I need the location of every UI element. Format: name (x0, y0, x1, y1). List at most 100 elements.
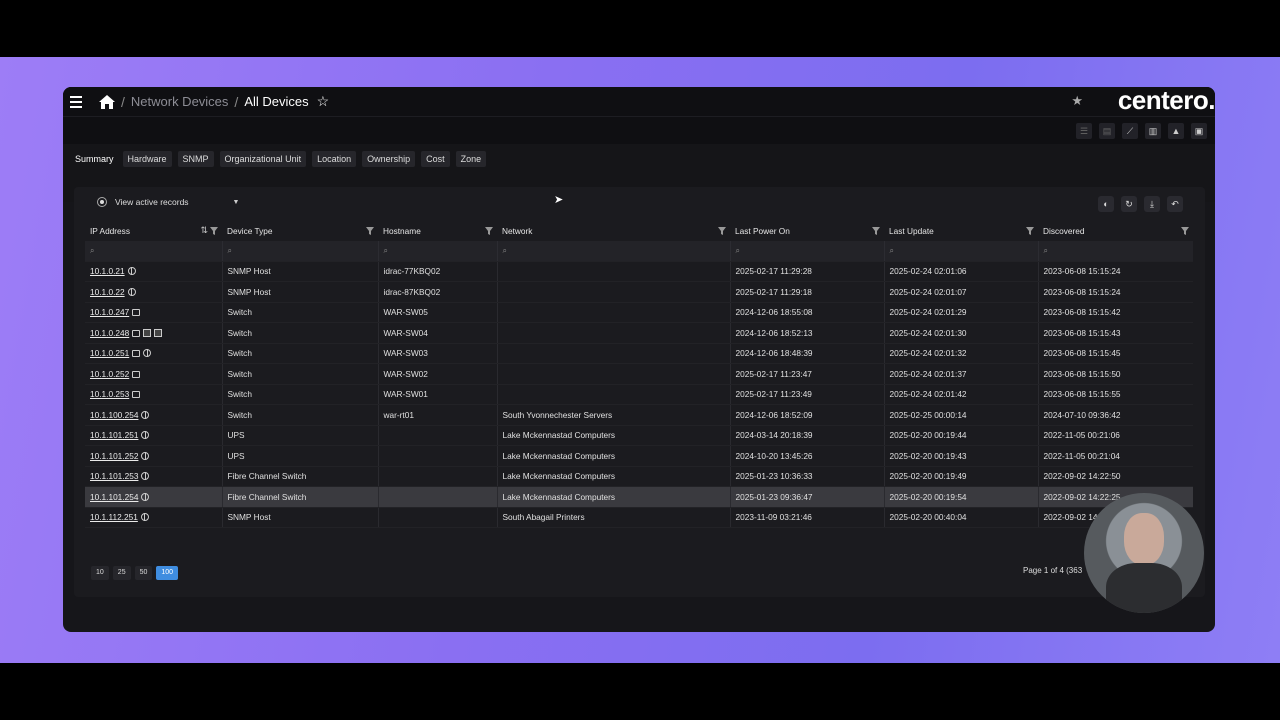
table-row[interactable]: 10.1.0.21 SNMP Host idrac-77KBQ02 2025-02-1… (85, 261, 1193, 282)
toggle-icon[interactable]: ◐ (1098, 196, 1114, 212)
ip-link[interactable]: 10.1.101.251 (90, 430, 138, 440)
table-row[interactable]: 10.1.0.247 Switch WAR-SW05 2024-12-06 18:55… (85, 302, 1193, 323)
ip-link[interactable]: 10.1.0.251 (90, 348, 129, 358)
table-row[interactable]: 10.1.101.254 Fibre Channel Switch Lake Mck… (85, 486, 1193, 508)
ip-link[interactable]: 10.1.100.254 (90, 410, 138, 420)
filter-icon[interactable] (366, 227, 374, 235)
column-header[interactable]: IP Address ⇅ (85, 221, 222, 241)
view-records-selector[interactable]: View active records ▼ (97, 197, 239, 207)
tab-cost[interactable]: Cost (421, 151, 450, 167)
cell-last-update: 2025-02-24 02:01:06 (884, 261, 1039, 282)
column-filter-input[interactable]: ⌕ (378, 241, 498, 262)
card-view-icon[interactable]: ▤ (1099, 123, 1115, 139)
cell-device-type: Fibre Channel Switch (222, 466, 379, 487)
undo-icon[interactable]: ↶ (1167, 196, 1183, 212)
monitor-icon (132, 370, 141, 378)
ip-link[interactable]: 10.1.0.247 (90, 307, 129, 317)
column-header[interactable]: Device Type (222, 221, 378, 241)
breadcrumb-network-devices[interactable]: Network Devices (131, 94, 229, 109)
menu-icon[interactable] (67, 93, 89, 111)
save-icon[interactable]: ▣ (1191, 123, 1207, 139)
table-row[interactable]: 10.1.101.252 UPS Lake Mckennastad Computer… (85, 445, 1193, 467)
refresh-icon[interactable]: ↻ (1121, 196, 1137, 212)
column-filter-input[interactable]: ⌕ (730, 241, 885, 262)
view-toolbar: ☰ ▤ ⟋ ▥ ▲ ▣ (63, 116, 1215, 144)
ip-link[interactable]: 10.1.0.252 (90, 369, 129, 379)
cell-ip: 10.1.0.22 (85, 281, 223, 303)
cell-last-power-on: 2025-02-17 11:23:49 (730, 384, 885, 405)
ip-link[interactable]: 10.1.0.21 (90, 266, 125, 276)
cell-discovered: 2022-11-05 00:21:04 (1038, 445, 1193, 467)
list-view-icon[interactable]: ☰ (1076, 123, 1092, 139)
column-filter-input[interactable]: ⌕ (222, 241, 379, 262)
cell-network (497, 363, 731, 385)
cell-network (497, 281, 731, 303)
filter-icon[interactable] (718, 227, 726, 235)
cell-last-power-on: 2024-12-06 18:52:13 (730, 322, 885, 344)
tab-summary[interactable]: Summary (72, 151, 117, 167)
cell-discovered: 2023-06-08 15:15:50 (1038, 363, 1193, 385)
column-header[interactable]: Hostname (378, 221, 497, 241)
ip-link[interactable]: 10.1.112.251 (90, 512, 138, 522)
column-filter-input[interactable]: ⌕ (497, 241, 731, 262)
column-header[interactable]: Discovered (1038, 221, 1193, 241)
bar-chart-icon[interactable]: ▥ (1145, 123, 1161, 139)
cell-ip: 10.1.0.251 (85, 343, 223, 364)
column-filter-input[interactable]: ⌕ (85, 241, 223, 262)
tab-hardware[interactable]: Hardware (122, 151, 172, 167)
favorite-star-icon[interactable]: ☆ (317, 93, 330, 110)
filter-icon[interactable] (1181, 227, 1189, 235)
ip-link[interactable]: 10.1.0.253 (90, 389, 129, 399)
page-size-100[interactable]: 100 (156, 566, 179, 580)
cell-network (497, 384, 731, 405)
filter-icon[interactable] (1026, 227, 1034, 235)
table-row[interactable]: 10.1.0.252 Switch WAR-SW02 2025-02-17 11:23… (85, 363, 1193, 385)
chevron-down-icon[interactable]: ▼ (233, 199, 240, 206)
line-chart-icon[interactable]: ⟋ (1122, 123, 1138, 139)
search-icon: ⌕ (889, 245, 894, 255)
ip-link[interactable]: 10.1.101.252 (90, 451, 138, 461)
table-row[interactable]: 10.1.101.253 Fibre Channel Switch Lake Mck… (85, 466, 1193, 487)
filter-icon[interactable] (485, 227, 493, 235)
column-filter-input[interactable]: ⌕ (1038, 241, 1193, 262)
page-size-50[interactable]: 50 (134, 566, 153, 580)
home-icon[interactable] (99, 94, 115, 109)
tab-ownership[interactable]: Ownership (362, 151, 416, 167)
column-header[interactable]: Network (497, 221, 730, 241)
presenter-webcam-overlay (1084, 493, 1204, 613)
ip-link[interactable]: 10.1.101.254 (90, 492, 138, 502)
filter-icon[interactable] (872, 227, 880, 235)
table-row[interactable]: 10.1.0.22 SNMP Host idrac-87KBQ02 2025-02-1… (85, 281, 1193, 303)
page-size-25[interactable]: 25 (112, 566, 131, 580)
devices-grid-panel: View active records ▼ ➤ ◐ ↻ ⤓ ↶ IP Addre… (74, 187, 1205, 597)
download-icon[interactable]: ⤓ (1144, 196, 1160, 212)
table-row[interactable]: 10.1.0.248 Switch WAR-SW04 2024-12-06 18:52… (85, 322, 1193, 344)
tab-snmp[interactable]: SNMP (177, 151, 214, 167)
pin-icon[interactable]: ★ (1071, 93, 1083, 109)
ip-link[interactable]: 10.1.0.248 (90, 328, 129, 338)
tab-location[interactable]: Location (312, 151, 357, 167)
search-icon: ⌕ (1043, 245, 1048, 255)
column-filter-input[interactable]: ⌕ (884, 241, 1039, 262)
cell-last-update: 2025-02-25 00:00:14 (884, 404, 1039, 426)
table-row[interactable]: 10.1.101.251 UPS Lake Mckennastad Computer… (85, 425, 1193, 446)
sort-icon[interactable]: ⇅ (200, 225, 208, 236)
cell-last-update: 2025-02-24 02:01:37 (884, 363, 1039, 385)
filter-icon[interactable] (210, 227, 218, 235)
cell-device-type: Fibre Channel Switch (222, 486, 379, 508)
ip-link[interactable]: 10.1.0.22 (90, 287, 125, 297)
table-row[interactable]: 10.1.0.253 Switch WAR-SW01 2025-02-17 11:23… (85, 384, 1193, 405)
document-icon (154, 328, 163, 337)
column-header[interactable]: Last Power On (730, 221, 884, 241)
tab-zone[interactable]: Zone (455, 151, 487, 167)
warning-icon[interactable]: ▲ (1168, 123, 1184, 139)
search-icon: ⌕ (502, 245, 507, 255)
tab-organizational-unit[interactable]: Organizational Unit (219, 151, 307, 167)
table-row[interactable]: 10.1.0.251 Switch WAR-SW03 2024-12-06 18:48… (85, 343, 1193, 364)
ip-link[interactable]: 10.1.101.253 (90, 471, 138, 481)
cell-discovered: 2022-09-02 14:22:50 (1038, 466, 1193, 487)
table-row[interactable]: 10.1.112.251 SNMP Host South Abagail Print… (85, 507, 1193, 528)
column-header[interactable]: Last Update (884, 221, 1038, 241)
table-row[interactable]: 10.1.100.254 Switch war-rt01 South Yvonnech… (85, 404, 1193, 426)
page-size-10[interactable]: 10 (91, 566, 109, 580)
